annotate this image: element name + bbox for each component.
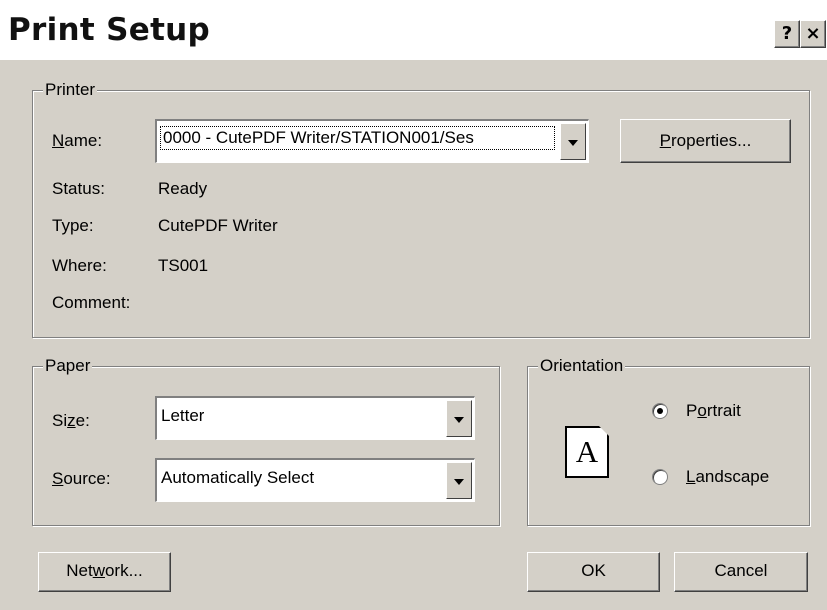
- chevron-down-icon: [454, 478, 464, 485]
- properties-button[interactable]: Properties...: [620, 119, 791, 163]
- paper-source-value: Automatically Select: [161, 468, 315, 487]
- chevron-down-icon: [568, 139, 578, 146]
- portrait-label[interactable]: Portrait: [686, 401, 741, 421]
- page-fold-icon: [599, 426, 609, 436]
- paper-size-dropdown[interactable]: Letter: [155, 396, 475, 440]
- dialog-title: Print Setup: [8, 12, 211, 48]
- comment-label: Comment:: [52, 293, 131, 312]
- landscape-label[interactable]: Landscape: [686, 467, 769, 487]
- page-letter: A: [575, 434, 599, 469]
- dialog-body: Printer Name: 0000 - CutePDF Writer/STAT…: [0, 60, 827, 610]
- landscape-radio[interactable]: [652, 469, 668, 485]
- paper-size-label: Size:: [52, 411, 90, 430]
- paper-size-dropdown-button[interactable]: [446, 400, 472, 437]
- where-label: Where:: [52, 256, 107, 275]
- paper-source-dropdown[interactable]: Automatically Select: [155, 458, 475, 502]
- printer-name-dropdown-button[interactable]: [560, 123, 586, 160]
- paper-source-label: Source:: [52, 469, 111, 488]
- ok-button[interactable]: OK: [527, 552, 660, 592]
- where-value: TS001: [158, 256, 209, 275]
- portrait-page-icon: A: [565, 426, 609, 478]
- paper-group-label: Paper: [43, 356, 93, 376]
- portrait-radio[interactable]: [652, 403, 668, 419]
- network-button[interactable]: Network...: [38, 552, 171, 592]
- type-value: CutePDF Writer: [158, 216, 278, 235]
- printer-name-value: 0000 - CutePDF Writer/STATION001/Ses: [160, 126, 555, 150]
- title-bar: Print Setup ? ×: [0, 0, 827, 60]
- status-label: Status:: [52, 179, 105, 198]
- paper-size-value: Letter: [161, 406, 205, 425]
- radio-selected-dot: [657, 408, 663, 414]
- chevron-down-icon: [454, 416, 464, 423]
- printer-name-dropdown[interactable]: 0000 - CutePDF Writer/STATION001/Ses: [155, 119, 589, 163]
- paper-source-dropdown-button[interactable]: [446, 462, 472, 499]
- printer-group-label: Printer: [43, 80, 98, 100]
- paper-group: Paper: [32, 356, 500, 526]
- cancel-button[interactable]: Cancel: [674, 552, 808, 592]
- printer-name-label: Name:: [52, 131, 103, 150]
- help-button[interactable]: ?: [774, 20, 800, 48]
- status-value: Ready: [158, 179, 208, 198]
- type-label: Type:: [52, 216, 94, 235]
- orientation-group-label: Orientation: [538, 356, 626, 376]
- close-button[interactable]: ×: [800, 20, 826, 48]
